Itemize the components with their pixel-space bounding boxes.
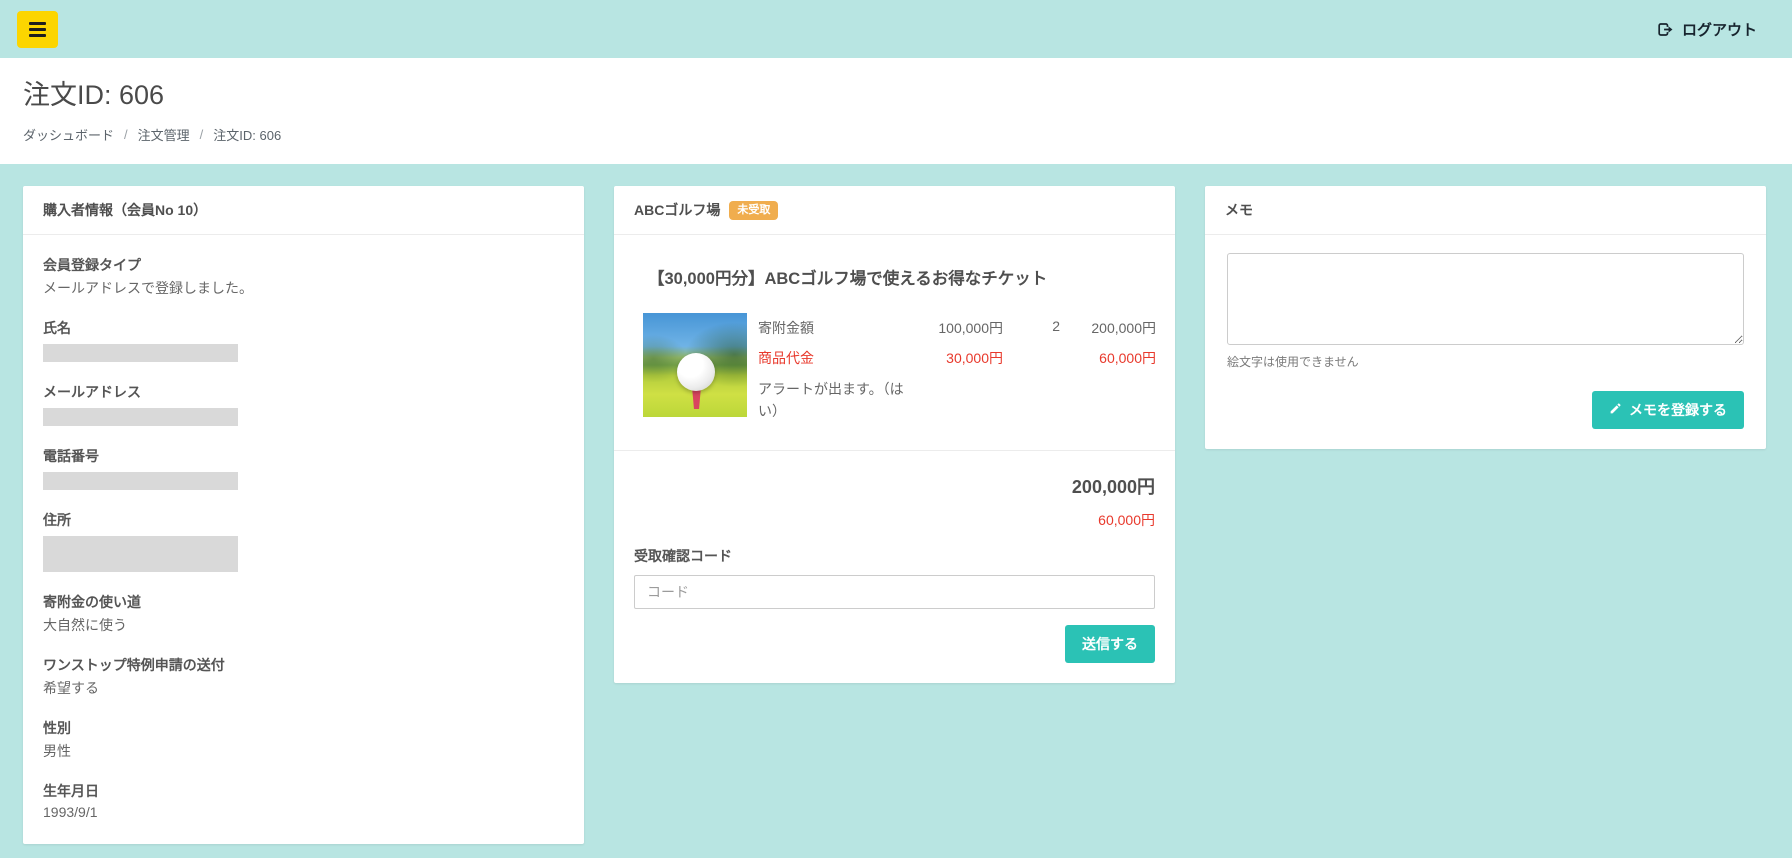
top-navbar: ログアウト [0,0,1792,58]
order-card-header: ABCゴルフ場 未受取 [614,186,1175,235]
quantity: 2 [1052,318,1060,334]
redacted-value-bar [43,472,238,490]
breadcrumb-current: 注文ID: 606 [213,128,282,143]
breadcrumb-order-management[interactable]: 注文管理 [138,125,190,144]
field-email: メールアドレス [43,382,564,426]
pencil-icon [1609,402,1622,418]
product-price-label: 商品代金 [758,350,814,366]
redacted-value-block [43,536,238,572]
redacted-value-bar [43,408,238,426]
buyer-info-card-header: 購入者情報（会員No 10） [23,186,584,235]
submit-button[interactable]: 送信する [1065,625,1155,664]
breadcrumb: ダッシュボード / 注文管理 / 注文ID: 606 [23,125,1768,144]
field-label: 氏名 [43,320,71,336]
field-value: 1993/9/1 [43,804,98,820]
hamburger-icon [29,21,46,25]
field-label: 電話番号 [43,448,99,464]
field-value: 男性 [43,743,71,759]
grand-total-red: 60,000円 [1098,512,1155,529]
alert-note: アラートが出ます。（はい） [758,381,904,419]
order-item-details: 寄附金額 100,000円 2 200,000円 商品代金 30,000円 60… [758,313,1156,422]
order-card: ABCゴルフ場 未受取 【30,000円分】ABCゴルフ場で使えるお得なチケット… [614,186,1175,684]
field-donation-use: 寄附金の使い道 大自然に使う [43,592,564,635]
donation-amount-label: 寄附金額 [758,320,814,336]
buyer-info-card: 購入者情報（会員No 10） 会員登録タイプ メールアドレスで登録しました。 氏… [23,186,584,844]
donation-unit-price: 100,000円 [938,320,1003,336]
memo-card-body: 絵文字は使用できません メモを登録する [1205,235,1766,449]
logout-label: ログアウト [1681,21,1757,39]
field-label: 寄附金の使い道 [43,594,141,610]
status-badge: 未受取 [729,200,779,220]
memo-card: メモ 絵文字は使用できません メモを登録する [1205,186,1766,449]
product-unit-price: 30,000円 [946,350,1003,366]
product-line-total: 60,000円 [1099,350,1156,366]
field-registration-type: 会員登録タイプ メールアドレスで登録しました。 [43,255,564,298]
field-gender: 性別 男性 [43,718,564,761]
product-image [643,313,747,417]
field-label: 生年月日 [43,783,99,799]
product-title: 【30,000円分】ABCゴルフ場で使えるお得なチケット [648,270,1048,288]
order-card-body: 【30,000円分】ABCゴルフ場で使えるお得なチケット 寄附金額 100,00… [614,235,1175,683]
field-name: 氏名 [43,318,564,362]
redacted-value-bar [43,344,238,362]
quantity-empty [1003,348,1060,368]
order-totals: 200,000円 60,000円 [634,451,1155,530]
buyer-info-card-body: 会員登録タイプ メールアドレスで登録しました。 氏名 メールアドレス 電話番号 … [23,235,584,844]
memo-card-header: メモ [1205,186,1766,235]
field-label: メールアドレス [43,384,141,400]
buyer-info-card-title: 購入者情報（会員No 10） [43,202,208,218]
memo-card-title: メモ [1225,202,1253,218]
donation-line-total: 200,000円 [1091,320,1156,336]
golf-ball-graphic [677,353,715,391]
page-header: 注文ID: 606 ダッシュボード / 注文管理 / 注文ID: 606 [0,58,1792,164]
receipt-code-input[interactable] [634,575,1155,610]
main-content: 購入者情報（会員No 10） 会員登録タイプ メールアドレスで登録しました。 氏… [0,164,1792,858]
breadcrumb-separator: / [199,127,204,142]
receipt-code-label: 受取確認コード [634,548,732,565]
field-label: 会員登録タイプ [43,257,141,273]
breadcrumb-separator: / [124,127,128,142]
memo-note: 絵文字は使用できません [1227,355,1359,369]
shop-name: ABCゴルフ場 [634,202,721,218]
memo-textarea[interactable] [1227,253,1744,345]
logout-button[interactable]: ログアウト [1656,19,1757,40]
field-value: 大自然に使う [43,617,127,633]
field-onestop-application: ワンストップ特例申請の送付 希望する [43,655,564,698]
submit-button-label: 送信する [1082,636,1138,653]
register-memo-button-label: メモを登録する [1629,402,1727,418]
field-label: ワンストップ特例申請の送付 [43,657,225,673]
field-label: 性別 [43,720,71,736]
page-title: 注文ID: 606 [23,80,165,110]
order-item-row: 寄附金額 100,000円 2 200,000円 商品代金 30,000円 60… [643,313,1156,422]
field-label: 住所 [43,512,71,528]
field-value: メールアドレスで登録しました。 [43,280,253,296]
field-address: 住所 [43,510,564,572]
field-value: 希望する [43,680,99,696]
grand-total: 200,000円 [1071,477,1155,498]
submit-button-row: 送信する [634,625,1155,664]
register-memo-button[interactable]: メモを登録する [1592,391,1744,429]
field-phone: 電話番号 [43,446,564,490]
field-birthdate: 生年月日 1993/9/1 [43,781,564,820]
hamburger-menu-button[interactable] [17,10,58,48]
breadcrumb-dashboard[interactable]: ダッシュボード [23,125,114,144]
memo-button-row: メモを登録する [1227,391,1744,429]
sign-out-icon [1656,21,1673,38]
